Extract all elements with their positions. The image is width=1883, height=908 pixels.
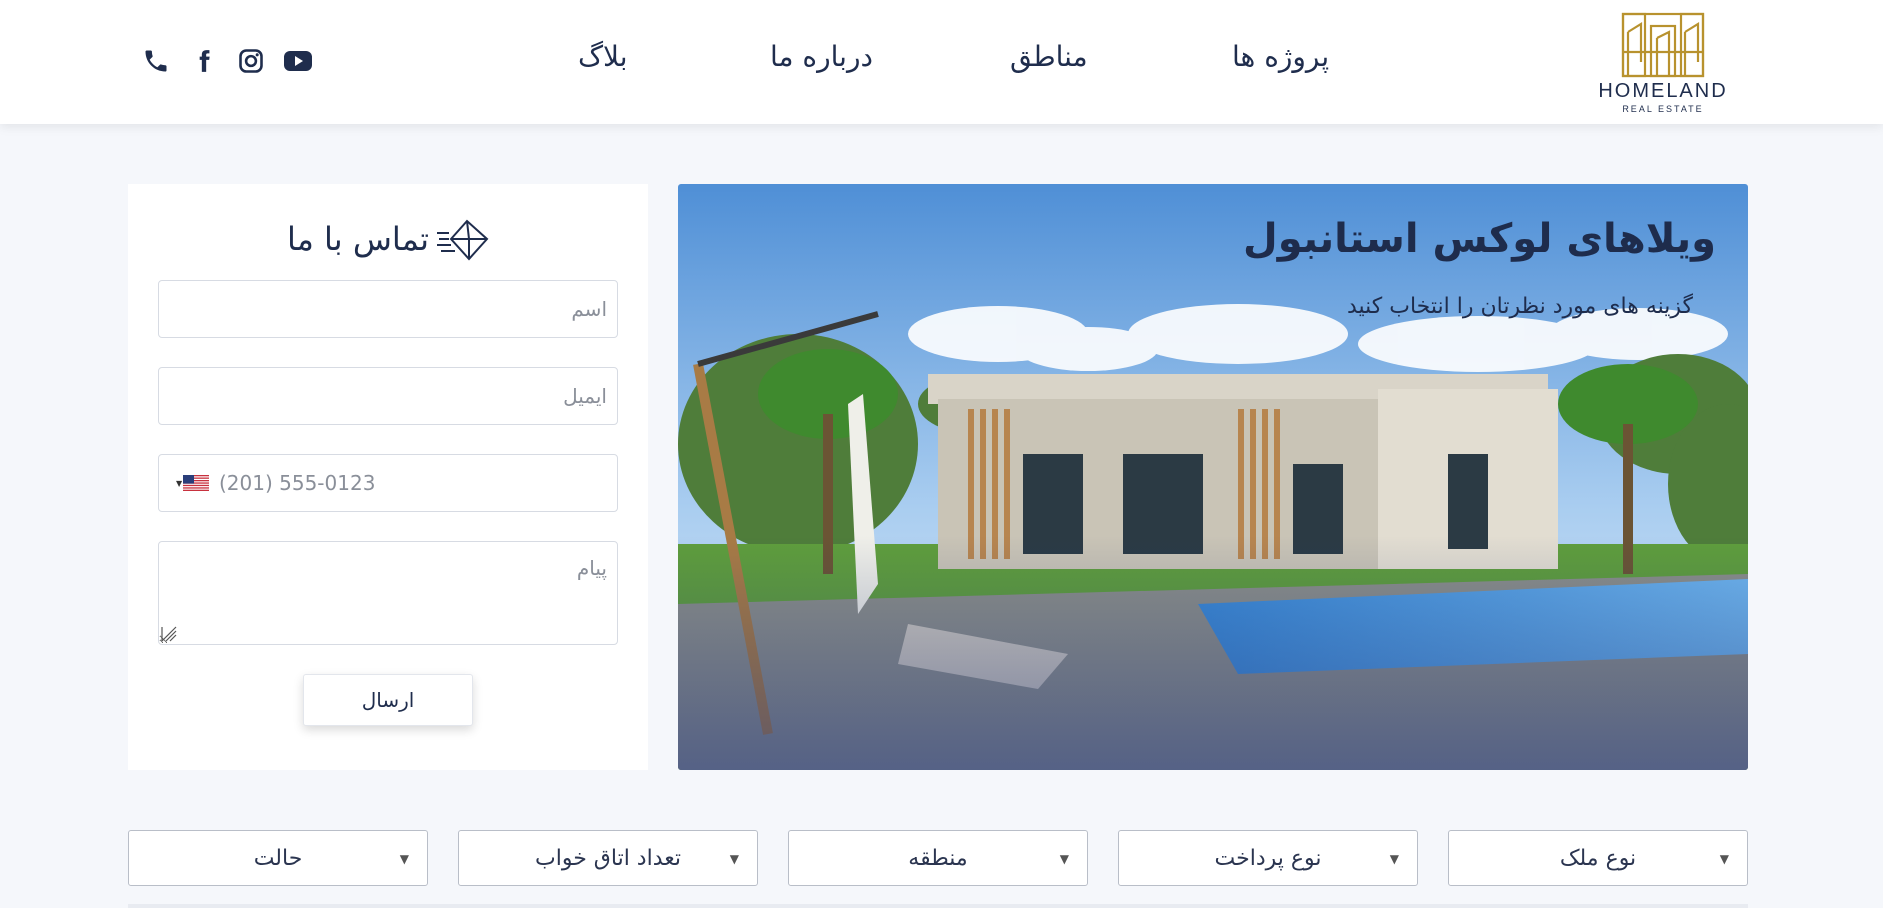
phone-icon[interactable] — [141, 46, 171, 76]
youtube-icon[interactable] — [283, 46, 313, 76]
send-button[interactable]: ارسال — [303, 674, 473, 726]
chevron-down-icon: ▼ — [1389, 852, 1399, 866]
status-select[interactable]: حالت ▼ — [128, 830, 428, 886]
divider — [128, 904, 1748, 908]
chevron-down-icon: ▼ — [729, 852, 739, 866]
chevron-down-icon: ▼ — [176, 478, 183, 488]
homeland-logo[interactable]: HOMELAND REAL ESTATE — [1590, 12, 1736, 114]
select-label: نوع ملک — [1559, 845, 1637, 871]
facebook-icon[interactable] — [189, 46, 219, 76]
nav-blog[interactable]: بلاگ — [578, 40, 628, 80]
select-label: منطقه — [908, 845, 968, 871]
villa-illustration — [678, 184, 1748, 770]
name-input[interactable] — [158, 280, 618, 338]
select-label: حالت — [253, 845, 303, 871]
nav-projects[interactable]: پروژه ها — [1232, 40, 1329, 80]
nav-about[interactable]: درباره ما — [770, 40, 873, 80]
select-label: تعداد اتاق خواب — [535, 845, 681, 871]
contact-heading: تماس با ما — [128, 214, 648, 264]
site-header: HOMELAND REAL ESTATE پروژه ها مناطق دربا… — [0, 0, 1883, 124]
property-type-select[interactable]: نوع ملک ▼ — [1448, 830, 1748, 886]
building-logo-icon — [1621, 12, 1705, 78]
bedrooms-select[interactable]: تعداد اتاق خواب ▼ — [458, 830, 758, 886]
email-input[interactable] — [158, 367, 618, 425]
message-textarea[interactable] — [158, 541, 618, 645]
payment-type-select[interactable]: نوع پرداخت ▼ — [1118, 830, 1418, 886]
logo-tagline: REAL ESTATE — [1622, 104, 1704, 114]
chevron-down-icon: ▼ — [1719, 852, 1729, 866]
us-flag-icon — [183, 475, 210, 491]
banner-title: ویلاهای لوکس استانبول — [1243, 216, 1716, 262]
resize-handle-icon[interactable] — [160, 625, 178, 643]
region-select[interactable]: منطقه ▼ — [788, 830, 1088, 886]
hero-banner: ویلاهای لوکس استانبول گزینه های مورد نظر… — [678, 184, 1748, 770]
chevron-down-icon: ▼ — [1059, 852, 1069, 866]
logo-title: HOMELAND — [1598, 80, 1728, 102]
nav-areas[interactable]: مناطق — [1010, 40, 1088, 80]
contact-title: تماس با ما — [286, 220, 430, 258]
country-flag-selector[interactable]: ▼ — [176, 475, 210, 491]
contact-form-card: تماس با ما ▼ ارسال — [128, 184, 648, 770]
instagram-icon[interactable] — [236, 46, 266, 76]
envelope-icon — [437, 219, 489, 261]
chevron-down-icon: ▼ — [399, 852, 409, 866]
phone-input[interactable] — [158, 454, 618, 512]
select-label: نوع پرداخت — [1214, 845, 1322, 871]
banner-subtitle: گزینه های مورد نظرتان را انتخاب کنید — [1346, 294, 1693, 319]
